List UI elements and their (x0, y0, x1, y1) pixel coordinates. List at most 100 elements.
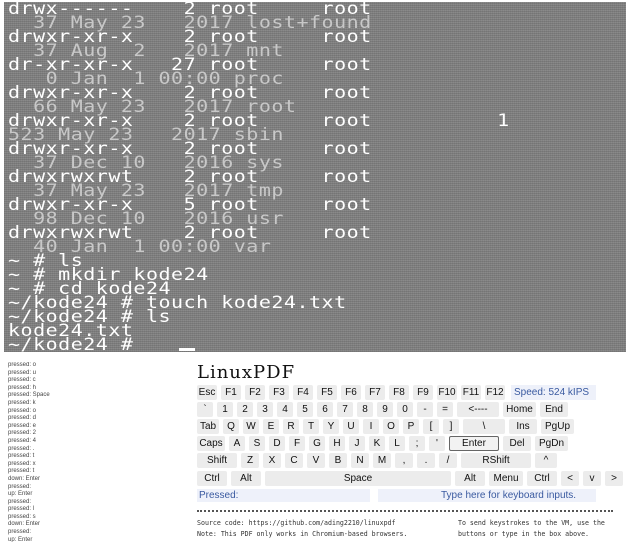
key-f9-button[interactable]: F9 (413, 385, 433, 400)
speed-indicator: Speed: 524 kIPS (511, 385, 596, 400)
key---button[interactable]: , (395, 453, 413, 468)
key-c-button[interactable]: C (285, 453, 303, 468)
key-0-button[interactable]: 0 (397, 402, 413, 417)
key-del-button[interactable]: Del (503, 436, 531, 451)
key---button[interactable]: / (439, 453, 457, 468)
key-shift-button[interactable]: Shift (197, 453, 237, 468)
key---button[interactable]: [ (423, 419, 439, 434)
log-entry: pressed: o (8, 407, 37, 414)
key-menu-button[interactable]: Menu (489, 471, 523, 486)
key-5-button[interactable]: 5 (297, 402, 313, 417)
log-entry: pressed: l (8, 506, 35, 513)
key-alt-button[interactable]: Alt (455, 471, 485, 486)
key-f2-button[interactable]: F2 (245, 385, 265, 400)
key---button[interactable]: . (417, 453, 435, 468)
key-e-button[interactable]: E (263, 419, 279, 434)
key---button[interactable]: - (417, 402, 433, 417)
key-pgdn-button[interactable]: PgDn (535, 436, 568, 451)
key-tab-button[interactable]: Tab (197, 419, 219, 434)
terminal-screen[interactable]: drwx------ 2 root root 37 May 23 2017 lo… (4, 2, 626, 352)
key-a-button[interactable]: A (229, 436, 245, 451)
key-f10-button[interactable]: F10 (437, 385, 457, 400)
keyboard-input-field[interactable] (378, 489, 596, 502)
key---button[interactable]: ^ (535, 453, 557, 468)
key-v-button[interactable]: v (583, 471, 601, 486)
log-entry: pressed: s (8, 513, 36, 520)
key-rshift-button[interactable]: RShift (461, 453, 531, 468)
key---button[interactable]: ' (429, 436, 445, 451)
key---button[interactable]: ` (197, 402, 213, 417)
key-ins-button[interactable]: Ins (509, 419, 537, 434)
key-l-button[interactable]: L (389, 436, 405, 451)
key-ctrl-button[interactable]: Ctrl (527, 471, 557, 486)
key-f8-button[interactable]: F8 (389, 385, 409, 400)
log-entry: down: Enter (8, 475, 41, 482)
key---button[interactable]: ] (443, 419, 459, 434)
key-4-button[interactable]: 4 (277, 402, 293, 417)
key-g-button[interactable]: G (309, 436, 325, 451)
key-6-button[interactable]: 6 (317, 402, 333, 417)
key-p-button[interactable]: P (403, 419, 419, 434)
key-d-button[interactable]: D (269, 436, 285, 451)
pressed-indicator: Pressed: (197, 489, 370, 502)
source-code-note: Source code: https://github.com/ading221… (197, 519, 396, 527)
key-caps-button[interactable]: Caps (197, 436, 225, 451)
key-f6-button[interactable]: F6 (341, 385, 361, 400)
key-b-button[interactable]: B (329, 453, 347, 468)
key-w-button[interactable]: W (243, 419, 259, 434)
key-s-button[interactable]: S (249, 436, 265, 451)
key-7-button[interactable]: 7 (337, 402, 353, 417)
key-r-button[interactable]: R (283, 419, 299, 434)
key-f7-button[interactable]: F7 (365, 385, 385, 400)
key-y-button[interactable]: Y (323, 419, 339, 434)
log-entry: pressed: . (8, 445, 35, 452)
browser-note: Note: This PDF only works in Chromium-ba… (197, 530, 408, 538)
key-f12-button[interactable]: F12 (485, 385, 505, 400)
key---button[interactable]: < (561, 471, 579, 486)
key-k-button[interactable]: K (369, 436, 385, 451)
key-o-button[interactable]: O (383, 419, 399, 434)
key-f1-button[interactable]: F1 (221, 385, 241, 400)
key-9-button[interactable]: 9 (377, 402, 393, 417)
log-entry: pressed: (8, 498, 32, 505)
key-2-button[interactable]: 2 (237, 402, 253, 417)
key-i-button[interactable]: I (363, 419, 379, 434)
key-end-button[interactable]: End (540, 402, 568, 417)
key-q-button[interactable]: Q (223, 419, 239, 434)
log-entry: pressed: 4 (8, 437, 37, 444)
key-m-button[interactable]: M (373, 453, 391, 468)
key-f-button[interactable]: F (289, 436, 305, 451)
key-pgup-button[interactable]: PgUp (541, 419, 574, 434)
key-enter-button[interactable]: Enter (449, 436, 499, 451)
key-esc-button[interactable]: Esc (197, 385, 217, 400)
log-entry: pressed: k (8, 399, 36, 406)
key---button[interactable]: \ (463, 419, 505, 434)
pdf-page: drwx------ 2 root root 37 May 23 2017 lo… (0, 0, 630, 550)
key-u-button[interactable]: U (343, 419, 359, 434)
key-v-button[interactable]: V (307, 453, 325, 468)
key-8-button[interactable]: 8 (357, 402, 373, 417)
key-f11-button[interactable]: F11 (461, 385, 481, 400)
key-z-button[interactable]: Z (241, 453, 259, 468)
key-n-button[interactable]: N (351, 453, 369, 468)
key-x-button[interactable]: X (263, 453, 281, 468)
key-j-button[interactable]: J (349, 436, 365, 451)
key-space-button[interactable]: Space (265, 471, 451, 486)
key-f5-button[interactable]: F5 (317, 385, 337, 400)
key-home-button[interactable]: Home (503, 402, 536, 417)
log-entry: pressed: h (8, 384, 37, 391)
key-alt-button[interactable]: Alt (231, 471, 261, 486)
key---button[interactable]: > (605, 471, 623, 486)
key---button[interactable]: <---- (457, 402, 499, 417)
key-h-button[interactable]: H (329, 436, 345, 451)
key-f4-button[interactable]: F4 (293, 385, 313, 400)
key-3-button[interactable]: 3 (257, 402, 273, 417)
log-entry: pressed: (8, 483, 32, 490)
key-f3-button[interactable]: F3 (269, 385, 289, 400)
key-ctrl-button[interactable]: Ctrl (197, 471, 227, 486)
key-1-button[interactable]: 1 (217, 402, 233, 417)
log-entry: pressed: e (8, 422, 37, 429)
key-t-button[interactable]: T (303, 419, 319, 434)
key---button[interactable]: = (437, 402, 453, 417)
key---button[interactable]: ; (409, 436, 425, 451)
